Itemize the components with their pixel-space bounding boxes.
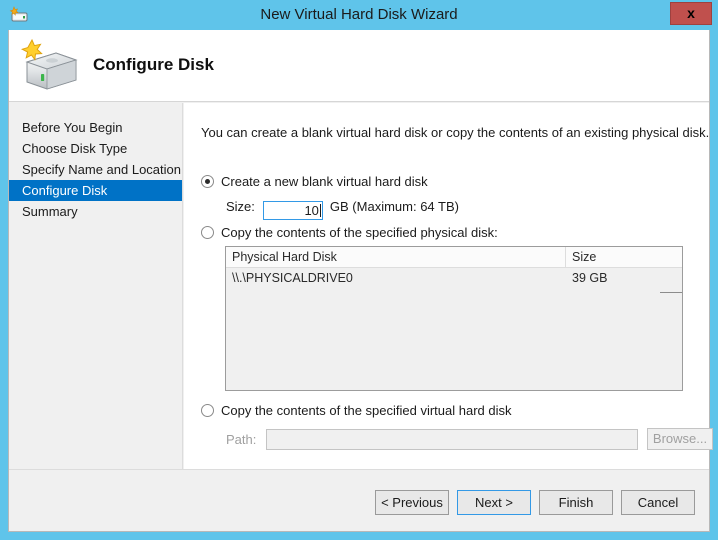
sidebar-item-configure-disk[interactable]: Configure Disk <box>9 180 182 201</box>
wizard-window: New Virtual Hard Disk Wizard x Configure… <box>0 0 718 540</box>
table-row[interactable]: \\.\PHYSICALDRIVE0 39 GB <box>226 268 682 289</box>
window-title: New Virtual Hard Disk Wizard <box>260 6 458 23</box>
option-copy-virtual-label: Copy the contents of the specified virtu… <box>221 403 512 418</box>
close-button[interactable]: x <box>670 2 712 25</box>
browse-button[interactable]: Browse... <box>647 428 713 450</box>
size-label: Size: <box>226 199 255 214</box>
size-input-value: 10 <box>304 203 319 218</box>
hard-disk-wizard-icon <box>18 36 82 94</box>
size-row: Size: 10 GB (Maximum: 64 TB) <box>226 199 459 220</box>
option-copy-physical-label: Copy the contents of the specified physi… <box>221 225 498 240</box>
radio-create-blank[interactable] <box>201 175 214 188</box>
physical-disk-list[interactable]: Physical Hard Disk Size \\.\PHYSICALDRIV… <box>225 246 683 391</box>
path-row: Path: Browse... <box>226 428 713 450</box>
radio-copy-virtual[interactable] <box>201 404 214 417</box>
physical-disk-list-header: Physical Hard Disk Size <box>226 247 682 268</box>
path-label: Path: <box>226 431 257 447</box>
path-input[interactable] <box>266 428 638 450</box>
title-bar: New Virtual Hard Disk Wizard x <box>0 0 718 30</box>
size-maximum-note: GB (Maximum: 64 TB) <box>329 199 459 214</box>
wizard-step-sidebar: Before You Begin Choose Disk Type Specif… <box>9 103 183 499</box>
column-header-physical-hard-disk[interactable]: Physical Hard Disk <box>226 247 566 267</box>
cell-disk-path: \\.\PHYSICALDRIVE0 <box>232 271 353 285</box>
sidebar-item-specify-name-and-location[interactable]: Specify Name and Location <box>9 159 182 180</box>
size-input[interactable]: 10 <box>262 201 323 220</box>
column-resize-handle[interactable] <box>660 292 682 293</box>
window-body: Configure Disk Before You Begin Choose D… <box>8 30 713 532</box>
page-title: Configure Disk <box>93 55 214 74</box>
option-copy-virtual-row[interactable]: Copy the contents of the specified virtu… <box>201 403 512 418</box>
cancel-button[interactable]: Cancel <box>621 490 695 515</box>
wizard-header: Configure Disk <box>9 30 709 102</box>
intro-text: You can create a blank virtual hard disk… <box>201 125 710 140</box>
wizard-content: You can create a blank virtual hard disk… <box>184 103 713 499</box>
sidebar-item-choose-disk-type[interactable]: Choose Disk Type <box>9 138 182 159</box>
column-header-size[interactable]: Size <box>566 247 682 267</box>
sidebar-item-before-you-begin[interactable]: Before You Begin <box>9 117 182 138</box>
cell-disk-size: 39 GB <box>572 271 608 285</box>
next-button[interactable]: Next > <box>457 490 531 515</box>
option-create-blank-row[interactable]: Create a new blank virtual hard disk <box>201 174 428 189</box>
option-copy-physical-row[interactable]: Copy the contents of the specified physi… <box>201 225 498 240</box>
text-caret <box>319 204 321 217</box>
previous-button[interactable]: < Previous <box>375 490 449 515</box>
sidebar-item-summary[interactable]: Summary <box>9 201 182 222</box>
finish-button[interactable]: Finish <box>539 490 613 515</box>
wizard-footer: < Previous Next > Finish Cancel <box>9 469 709 531</box>
option-create-blank-label: Create a new blank virtual hard disk <box>221 174 428 189</box>
radio-copy-physical[interactable] <box>201 226 214 239</box>
